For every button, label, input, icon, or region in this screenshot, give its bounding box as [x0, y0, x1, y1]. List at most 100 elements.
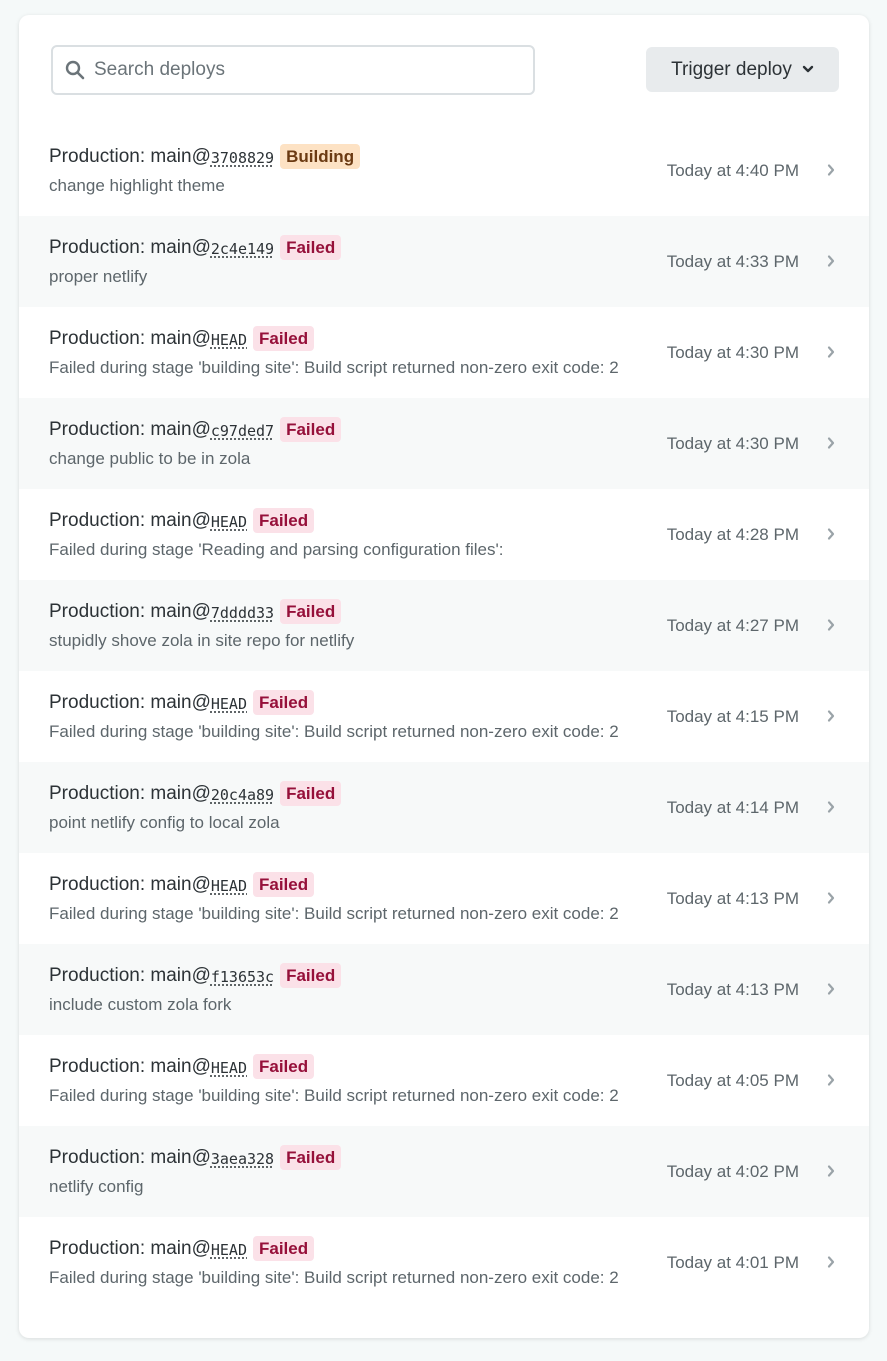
- status-badge: Failed: [280, 1145, 342, 1170]
- deploy-context: Production: main@: [49, 600, 211, 622]
- chevron-right-icon: [825, 709, 837, 723]
- commit-ref-link[interactable]: HEAD: [211, 331, 247, 349]
- deploy-row[interactable]: Production: main@ 3708829 Building change …: [19, 125, 869, 216]
- deploy-row[interactable]: Production: main@ HEAD Failed Failed durin…: [19, 489, 869, 580]
- deploy-row[interactable]: Production: main@ HEAD Failed Failed durin…: [19, 1217, 869, 1308]
- chevron-right-icon: [825, 527, 837, 541]
- deploy-time: Today at 4:27 PM: [666, 616, 799, 635]
- deploy-message: Failed during stage 'Reading and parsing…: [49, 540, 504, 559]
- deploy-title: Production: main@ 3708829 Building: [49, 144, 361, 169]
- deploy-time: Today at 4:28 PM: [666, 525, 799, 544]
- commit-ref-link[interactable]: 3708829: [211, 149, 274, 167]
- trigger-deploy-button[interactable]: Trigger deploy: [646, 47, 839, 92]
- deploy-title: Production: main@ HEAD Failed: [49, 872, 315, 897]
- deploy-title: Production: main@ 7dddd33 Failed: [49, 599, 342, 624]
- deploy-message: point netlify config to local zola: [49, 813, 280, 832]
- deploy-time: Today at 4:40 PM: [666, 161, 799, 180]
- deploy-context: Production: main@: [49, 691, 211, 713]
- deploy-message: Failed during stage 'building site': Bui…: [49, 1086, 619, 1105]
- deploys-toolbar: Trigger deploy: [19, 15, 869, 125]
- trigger-deploy-label: Trigger deploy: [671, 58, 792, 80]
- commit-ref-link[interactable]: HEAD: [211, 1241, 247, 1259]
- status-badge: Failed: [253, 1054, 315, 1079]
- deploy-context: Production: main@: [49, 145, 211, 167]
- commit-ref-link[interactable]: HEAD: [211, 695, 247, 713]
- commit-ref-link[interactable]: 7dddd33: [211, 604, 274, 622]
- deploys-card: Trigger deploy Production: main@3708829B…: [19, 15, 869, 1338]
- deploy-title: Production: main@ HEAD Failed: [49, 508, 315, 533]
- search-input[interactable]: [94, 59, 494, 81]
- status-badge: Failed: [253, 1236, 315, 1261]
- chevron-right-icon: [825, 345, 837, 359]
- commit-ref-link[interactable]: 20c4a89: [211, 786, 274, 804]
- deploy-time: Today at 4:14 PM: [666, 798, 799, 817]
- deploy-title: Production: main@ HEAD Failed: [49, 326, 315, 351]
- deploy-message: Failed during stage 'building site': Bui…: [49, 358, 619, 377]
- deploy-context: Production: main@: [49, 782, 211, 804]
- deploy-title: Production: main@ HEAD Failed: [49, 690, 315, 715]
- deploy-title: Production: main@ HEAD Failed: [49, 1236, 315, 1261]
- deploy-title: Production: main@ f13653c Failed: [49, 963, 342, 988]
- deploy-time: Today at 4:15 PM: [666, 707, 799, 726]
- deploy-context: Production: main@: [49, 236, 211, 258]
- deploy-row[interactable]: Production: main@ HEAD Failed Failed durin…: [19, 853, 869, 944]
- deploy-message: proper netlify: [49, 267, 148, 286]
- deploy-context: Production: main@: [49, 1146, 211, 1168]
- chevron-right-icon: [825, 618, 837, 632]
- status-badge: Failed: [253, 508, 315, 533]
- status-badge: Failed: [280, 781, 342, 806]
- deploy-message: Failed during stage 'building site': Bui…: [49, 722, 619, 741]
- commit-ref-link[interactable]: HEAD: [211, 877, 247, 895]
- status-badge: Failed: [253, 326, 315, 351]
- chevron-right-icon: [825, 800, 837, 814]
- deploy-row[interactable]: Production: main@ HEAD Failed Failed durin…: [19, 1035, 869, 1126]
- commit-ref-link[interactable]: c97ded7: [211, 422, 274, 440]
- deploy-time: Today at 4:02 PM: [666, 1162, 799, 1181]
- deploy-row[interactable]: Production: main@ HEAD Failed Failed durin…: [19, 307, 869, 398]
- search-icon: [65, 60, 85, 80]
- deploy-context: Production: main@: [49, 873, 211, 895]
- commit-ref-link[interactable]: f13653c: [211, 968, 274, 986]
- deploy-row[interactable]: Production: main@ 7dddd33 Failed stupidly …: [19, 580, 869, 671]
- chevron-right-icon: [825, 254, 837, 268]
- chevron-right-icon: [825, 982, 837, 996]
- deploy-row[interactable]: Production: main@ c97ded7 Failed change pu…: [19, 398, 869, 489]
- commit-ref-link[interactable]: 2c4e149: [211, 240, 274, 258]
- commit-ref-link[interactable]: HEAD: [211, 1059, 247, 1077]
- status-badge: Failed: [280, 235, 342, 260]
- deploy-context: Production: main@: [49, 418, 211, 440]
- deploy-row[interactable]: Production: main@ HEAD Failed Failed durin…: [19, 671, 869, 762]
- deploy-message: change highlight theme: [49, 176, 225, 195]
- status-badge: Failed: [280, 417, 342, 442]
- deploy-row[interactable]: Production: main@ f13653c Failed include c…: [19, 944, 869, 1035]
- deploy-context: Production: main@: [49, 509, 211, 531]
- status-badge: Failed: [280, 599, 342, 624]
- deploy-time: Today at 4:33 PM: [666, 252, 799, 271]
- deploy-row[interactable]: Production: main@ 2c4e149 Failed proper ne…: [19, 216, 869, 307]
- commit-ref-link[interactable]: 3aea328: [211, 1150, 274, 1168]
- deploy-message: Failed during stage 'building site': Bui…: [49, 904, 619, 923]
- deploy-title: Production: main@ 3aea328 Failed: [49, 1145, 342, 1170]
- status-badge: Building: [280, 144, 361, 169]
- deploy-list: Production: main@ 3708829 Building change …: [19, 125, 869, 1308]
- deploy-context: Production: main@: [49, 964, 211, 986]
- search-box[interactable]: [51, 45, 535, 95]
- deploy-context: Production: main@: [49, 1237, 211, 1259]
- chevron-right-icon: [825, 891, 837, 905]
- deploy-message: Failed during stage 'building site': Bui…: [49, 1268, 619, 1287]
- deploy-title: Production: main@ HEAD Failed: [49, 1054, 315, 1079]
- chevron-down-icon: [802, 65, 814, 74]
- chevron-right-icon: [825, 1255, 837, 1269]
- deploy-row[interactable]: Production: main@ 3aea328 Failed netlify c…: [19, 1126, 869, 1217]
- status-badge: Failed: [253, 872, 315, 897]
- commit-ref-link[interactable]: HEAD: [211, 513, 247, 531]
- deploy-context: Production: main@: [49, 327, 211, 349]
- chevron-right-icon: [825, 163, 837, 177]
- deploy-context: Production: main@: [49, 1055, 211, 1077]
- chevron-right-icon: [825, 1164, 837, 1178]
- deploy-row[interactable]: Production: main@ 20c4a89 Failed point net…: [19, 762, 869, 853]
- chevron-right-icon: [825, 1073, 837, 1087]
- chevron-right-icon: [825, 436, 837, 450]
- status-badge: Failed: [253, 690, 315, 715]
- deploy-time: Today at 4:01 PM: [666, 1253, 799, 1272]
